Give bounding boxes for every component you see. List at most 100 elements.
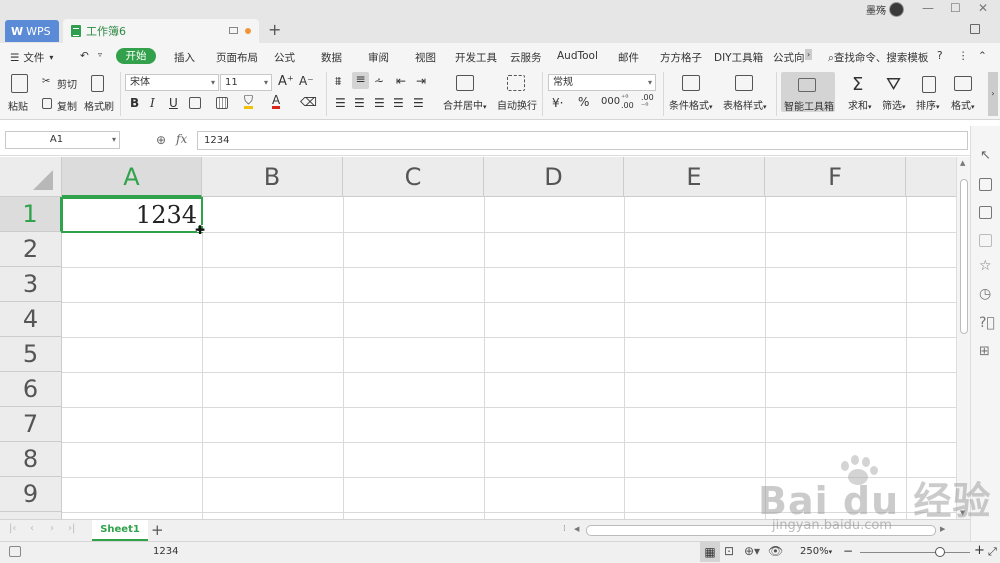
new-tab-button[interactable]: +: [268, 20, 281, 39]
cell-a1[interactable]: 1234: [61, 197, 203, 233]
format-painter-button[interactable]: 格式刷: [84, 98, 114, 113]
resize-icon[interactable]: [979, 234, 992, 247]
zoom-slider-knob[interactable]: [935, 547, 945, 557]
tab-fangfang[interactable]: 方方格子: [660, 50, 702, 65]
star-icon[interactable]: ☆: [979, 258, 992, 274]
prev-sheet-icon[interactable]: ‹: [30, 523, 34, 534]
zoom-out-button[interactable]: −: [843, 544, 853, 558]
command-search[interactable]: ⌕查找命令、搜索模板: [828, 50, 928, 65]
thousands-separator-icon[interactable]: 000: [601, 96, 620, 107]
tab-start[interactable]: 开始: [116, 48, 156, 64]
align-left-icon[interactable]: ☰: [335, 96, 346, 110]
tab-audtool[interactable]: AudTool: [557, 50, 598, 62]
vertical-scroll-thumb[interactable]: [960, 179, 968, 334]
tab-insert[interactable]: 插入: [174, 50, 195, 65]
fullscreen-icon[interactable]: ⤢: [988, 545, 997, 559]
maximize-icon[interactable]: ☐: [950, 1, 961, 15]
row-header-4[interactable]: 4: [0, 302, 62, 337]
row-header-6[interactable]: 6: [0, 372, 62, 407]
tab-mail[interactable]: 邮件: [618, 50, 639, 65]
style-icon[interactable]: [979, 206, 992, 219]
row-header-8[interactable]: 8: [0, 442, 62, 477]
insert-function-button[interactable]: fx: [176, 132, 187, 146]
number-format-select[interactable]: 常规: [548, 74, 656, 91]
conditional-format-button[interactable]: 条件格式▾: [669, 97, 713, 112]
minimize-icon[interactable]: —: [922, 1, 934, 15]
help-icon[interactable]: ?: [937, 50, 943, 62]
tab-formula-wizard[interactable]: 公式向: [773, 50, 805, 65]
row-header-1[interactable]: 1: [0, 197, 62, 232]
merge-center-button[interactable]: 合并居中▾: [443, 97, 487, 112]
align-center-icon[interactable]: ☰: [354, 96, 365, 110]
row-header-2[interactable]: 2: [0, 232, 62, 267]
fill-color-icon[interactable]: ⛉: [244, 94, 254, 109]
font-size-select[interactable]: 11: [220, 74, 272, 91]
column-header-e[interactable]: E: [624, 157, 765, 197]
wrap-text-button[interactable]: 自动换行: [497, 97, 537, 112]
zoom-search-icon[interactable]: ⊕: [156, 133, 166, 147]
increase-decimal-icon[interactable]: ⁺⁰ .00: [621, 94, 634, 110]
apps-grid-icon[interactable]: ⊞: [979, 344, 990, 359]
select-all-corner[interactable]: [0, 157, 62, 197]
first-sheet-icon[interactable]: |‹: [9, 523, 16, 534]
scroll-right-icon[interactable]: ▶: [940, 525, 945, 533]
avatar[interactable]: [889, 2, 904, 17]
row-header-7[interactable]: 7: [0, 407, 62, 442]
tab-formulas[interactable]: 公式: [274, 50, 295, 65]
quick-access-more-icon[interactable]: ▿: [98, 50, 102, 59]
column-header-d[interactable]: D: [484, 157, 624, 197]
indent-decrease-icon[interactable]: ⇤: [396, 74, 406, 88]
formula-input[interactable]: 1234: [197, 131, 968, 150]
macro-icon[interactable]: [9, 546, 21, 557]
select-pointer-icon[interactable]: ↖: [980, 148, 991, 163]
scroll-up-icon[interactable]: ▲: [960, 159, 965, 167]
percent-icon[interactable]: %: [578, 95, 589, 109]
underline-button[interactable]: U: [169, 96, 178, 110]
column-header-a[interactable]: A: [62, 157, 202, 197]
align-right-icon[interactable]: ☰: [374, 96, 385, 110]
filter-button[interactable]: 筛选▾: [882, 97, 906, 112]
tab-review[interactable]: 审阅: [368, 50, 389, 65]
sum-button[interactable]: 求和▾: [848, 97, 872, 112]
paste-icon[interactable]: [11, 74, 28, 93]
split-handle-icon[interactable]: ⁞: [563, 524, 566, 534]
add-sheet-button[interactable]: +: [151, 521, 164, 539]
monitor-icon[interactable]: [229, 27, 238, 34]
user-account[interactable]: 墨殇: [866, 2, 904, 17]
tab-data[interactable]: 数据: [321, 50, 342, 65]
tab-view[interactable]: 视图: [415, 50, 436, 65]
format-button[interactable]: 格式▾: [951, 97, 975, 112]
tab-cloud[interactable]: 云服务: [510, 50, 542, 65]
zoom-level[interactable]: 250%▾: [800, 546, 832, 557]
document-tab[interactable]: 工作簿6: [63, 19, 259, 43]
name-box[interactable]: A1: [5, 131, 120, 149]
align-top-icon[interactable]: ⩩: [335, 74, 341, 89]
column-header-c[interactable]: C: [343, 157, 484, 197]
page-layout-view-icon[interactable]: ⊡: [724, 544, 734, 558]
row-header-9[interactable]: 9: [0, 477, 62, 512]
wps-home-tab[interactable]: W WPS: [5, 20, 59, 42]
increase-font-icon[interactable]: A⁺: [278, 74, 294, 89]
row-header-10[interactable]: [0, 512, 62, 519]
paste-button[interactable]: 粘贴: [8, 98, 28, 113]
close-icon[interactable]: ✕: [978, 1, 988, 15]
zoom-slider[interactable]: [860, 552, 970, 553]
page-break-view-icon[interactable]: ⊕▾: [744, 544, 760, 558]
distributed-align-icon[interactable]: ☰: [413, 96, 424, 110]
eye-protection-icon[interactable]: 👁: [768, 544, 783, 558]
align-middle-icon[interactable]: ≡: [352, 72, 369, 89]
tab-developer[interactable]: 开发工具: [455, 50, 497, 65]
decrease-decimal-icon[interactable]: .00 ⁻⁰: [641, 94, 654, 110]
shapes-icon[interactable]: [979, 178, 992, 191]
sort-button[interactable]: 排序▾: [916, 97, 940, 112]
row-header-3[interactable]: 3: [0, 267, 62, 302]
history-icon[interactable]: ◷: [979, 286, 991, 302]
tab-page-layout[interactable]: 页面布局: [216, 50, 258, 65]
bold-button[interactable]: B: [130, 96, 139, 110]
smart-toolbox-button[interactable]: 智能工具箱: [781, 72, 835, 113]
justify-icon[interactable]: ☰: [393, 96, 404, 110]
more-options-icon[interactable]: ⋮: [958, 50, 969, 62]
side-panel-icon[interactable]: [970, 24, 980, 34]
scroll-left-icon[interactable]: ◀: [574, 525, 579, 533]
indent-increase-icon[interactable]: ⇥: [416, 74, 426, 88]
